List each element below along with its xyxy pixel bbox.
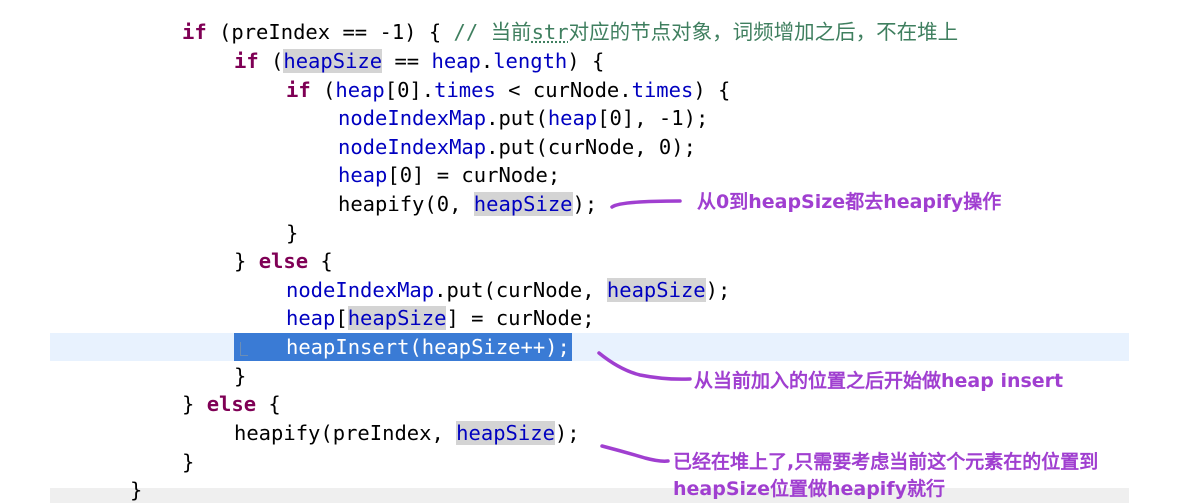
annotation-arrow-2	[597, 351, 692, 381]
annotation-text-3-line1: 已经在堆上了,只需要考虑当前这个元素在的位置到	[673, 451, 1099, 473]
annotation-arrows	[597, 199, 692, 463]
annotation-text-2: 从当前加入的位置之后开始做heap insert	[694, 370, 1064, 392]
annotation-arrow-1	[610, 199, 682, 209]
annotation-text-1: 从0到heapSize都去heapify操作	[697, 191, 1002, 213]
annotation-text-3-line2: heapSize位置做heapify就行	[673, 478, 945, 500]
annotation-arrow-3	[600, 444, 670, 463]
